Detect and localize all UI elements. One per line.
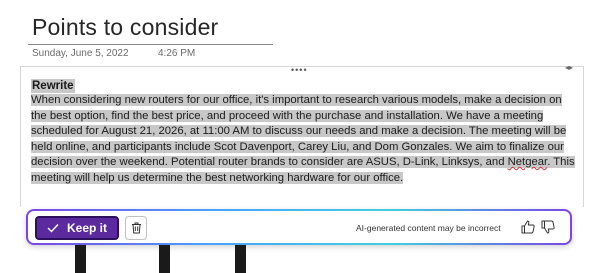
- page-title[interactable]: Points to consider: [32, 14, 218, 41]
- ai-suggestion-bar: Keep it AI-generated content may be inco…: [26, 209, 572, 245]
- page-date: Sunday, June 5, 2022: [32, 48, 129, 59]
- router-image-antenna: [159, 245, 170, 273]
- router-image-antenna: [75, 245, 86, 273]
- router-image-antenna: [235, 245, 246, 273]
- checkmark-icon: [47, 224, 59, 233]
- page-time: 4:26 PM: [158, 48, 196, 59]
- thumbs-up-icon[interactable]: [520, 219, 536, 235]
- discard-button[interactable]: [125, 216, 147, 240]
- spelling-flagged-word: Netgear: [507, 156, 548, 168]
- keep-it-button[interactable]: Keep it: [35, 216, 119, 240]
- thumbs-down-icon[interactable]: [540, 219, 556, 235]
- note-heading[interactable]: Rewrite: [31, 79, 75, 93]
- resize-handle-icon[interactable]: ◂▸: [565, 63, 573, 72]
- drag-handle-icon[interactable]: ••••: [291, 65, 308, 75]
- note-body[interactable]: When considering new routers for our off…: [31, 93, 577, 186]
- trash-icon: [131, 222, 141, 234]
- ai-disclaimer: AI-generated content may be incorrect: [356, 223, 501, 233]
- note-body-text: When considering new routers for our off…: [31, 94, 567, 168]
- keep-it-label: Keep it: [66, 221, 107, 235]
- title-underline: [28, 44, 273, 45]
